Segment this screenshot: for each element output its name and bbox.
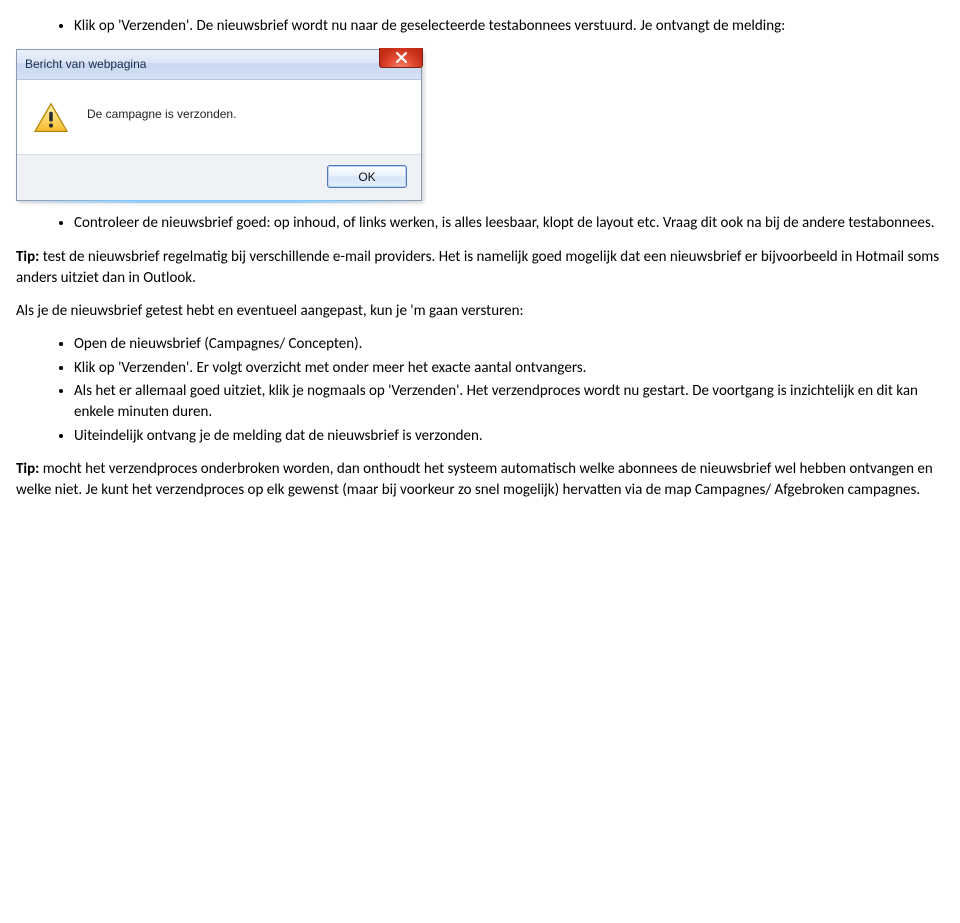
tip-paragraph-2: Tip: mocht het verzendproces onderbroken… bbox=[16, 459, 944, 502]
send-steps-bullets: Open de nieuwsbrief (Campagnes/ Concepte… bbox=[16, 334, 944, 446]
ok-button[interactable]: OK bbox=[327, 165, 407, 188]
dialog-footer: OK bbox=[17, 154, 421, 200]
dialog-title: Bericht van webpagina bbox=[25, 56, 146, 73]
list-item: Uiteindelijk ontvang je de melding dat d… bbox=[74, 426, 944, 447]
intro-bullets: Klik op 'Verzenden'. De nieuwsbrief word… bbox=[16, 16, 944, 37]
tip-label: Tip: bbox=[16, 248, 39, 266]
tip-text: mocht het verzendproces onderbroken word… bbox=[16, 460, 933, 499]
dialog-screenshot: Bericht van webpagina De campagne is ver… bbox=[16, 49, 944, 203]
dialog-body: De campagne is verzonden. bbox=[17, 80, 421, 154]
list-item: Klik op 'Verzenden'. Er volgt overzicht … bbox=[74, 358, 944, 379]
close-icon bbox=[396, 52, 407, 63]
tip-text: test de nieuwsbrief regelmatig bij versc… bbox=[16, 248, 939, 287]
list-item: Open de nieuwsbrief (Campagnes/ Concepte… bbox=[74, 334, 944, 355]
close-button[interactable] bbox=[379, 48, 423, 68]
list-item: Controleer de nieuwsbrief goed: op inhou… bbox=[74, 213, 944, 234]
after-dialog-bullets: Controleer de nieuwsbrief goed: op inhou… bbox=[16, 213, 944, 234]
list-item: Als het er allemaal goed uitziet, klik j… bbox=[74, 381, 944, 424]
paragraph-send-intro: Als je de nieuwsbrief getest hebt en eve… bbox=[16, 301, 944, 322]
warning-icon bbox=[33, 102, 69, 134]
list-item: Klik op 'Verzenden'. De nieuwsbrief word… bbox=[74, 16, 944, 37]
dialog-message: De campagne is verzonden. bbox=[87, 102, 236, 123]
tip-paragraph-1: Tip: test de nieuwsbrief regelmatig bij … bbox=[16, 247, 944, 290]
dialog-glow bbox=[16, 200, 422, 203]
dialog-window: Bericht van webpagina De campagne is ver… bbox=[16, 49, 422, 201]
dialog-titlebar: Bericht van webpagina bbox=[17, 50, 421, 80]
tip-label: Tip: bbox=[16, 460, 39, 478]
